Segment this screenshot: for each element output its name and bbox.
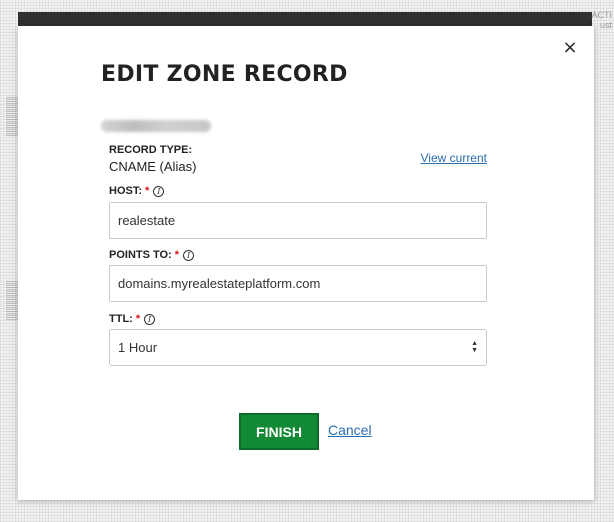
ttl-label: TTL: * i	[109, 313, 156, 325]
dialog-title: EDIT ZONE RECORD	[101, 62, 348, 87]
domain-name-redacted	[101, 120, 211, 132]
host-label: HOST: * i	[109, 185, 165, 197]
record-type-value: CNAME (Alias)	[109, 159, 197, 174]
host-label-text: HOST:	[109, 185, 142, 197]
edge-text-line: ACTI	[591, 10, 612, 20]
chevron-down-icon: ▼	[471, 347, 478, 354]
background-pattern	[6, 96, 18, 136]
finish-button[interactable]: FINISH	[239, 413, 319, 450]
ttl-selected-value: 1 Hour	[118, 340, 158, 355]
background-pattern	[6, 280, 18, 320]
edit-zone-record-dialog: × EDIT ZONE RECORD RECORD TYPE: CNAME (A…	[18, 26, 594, 500]
info-icon[interactable]: i	[153, 185, 165, 197]
points-to-input[interactable]	[109, 265, 487, 302]
select-arrows-icon: ▲ ▼	[471, 340, 478, 354]
host-input[interactable]	[109, 202, 487, 239]
view-current-link[interactable]: View current	[421, 151, 487, 165]
ttl-label-text: TTL:	[109, 313, 133, 325]
points-to-label-text: POINTS TO:	[109, 249, 172, 261]
required-marker: *	[145, 185, 150, 197]
required-marker: *	[174, 249, 180, 261]
cancel-link[interactable]: Cancel	[328, 422, 372, 438]
info-icon[interactable]: i	[144, 313, 156, 325]
background-header-bar	[18, 12, 592, 26]
close-icon[interactable]: ×	[562, 39, 578, 57]
record-type-label: RECORD TYPE:	[109, 144, 193, 156]
points-to-label: POINTS TO: * i	[109, 249, 195, 261]
required-marker: *	[135, 313, 141, 325]
info-icon[interactable]: i	[183, 249, 195, 261]
ttl-select[interactable]: 1 Hour ▲ ▼	[109, 329, 487, 366]
